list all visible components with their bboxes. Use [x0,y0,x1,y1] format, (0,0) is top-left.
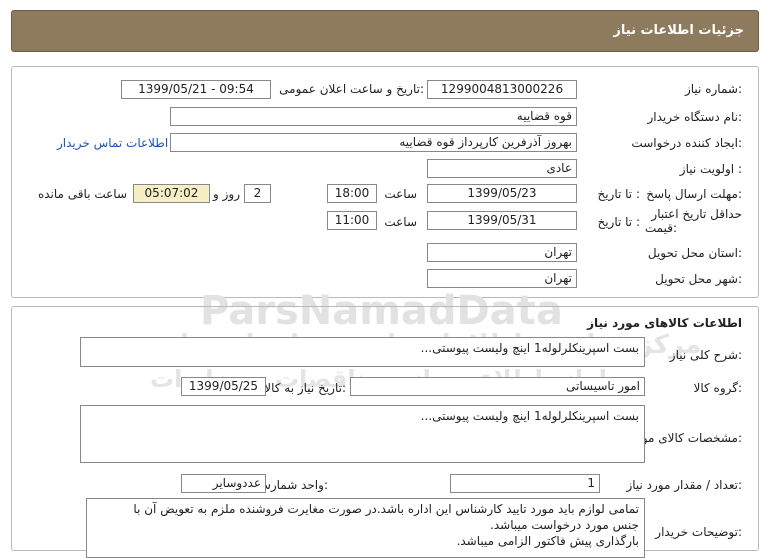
need-date-label: تاریخ نیاز به کالا: [264,381,346,395]
city-field: تهران [427,269,577,288]
qty-field: 1 [450,474,600,493]
goods-section-title: اطلاعات کالاهای مورد نیاز [587,316,742,330]
creator-label: ایجاد کننده درخواست: [631,136,742,150]
announce-label: تاریخ و ساعت اعلان عمومی: [279,82,424,96]
page-title: جزئیات اطلاعات نیاز [613,23,744,38]
need-date-field: 1399/05/25 [181,377,266,396]
buyer-org-field: قوه قضاییه [170,107,577,126]
deadline-time-field: 18:00 [327,184,377,203]
group-label: گروه کالا: [693,381,743,395]
notes-label: توضیحات خریدار: [655,525,742,539]
province-field: تهران [427,243,577,262]
days-remaining-field: 2 [244,184,271,203]
validity-time-field: 11:00 [327,211,377,230]
city-label: شهر محل تحویل: [655,272,742,286]
notes-line-3: بارگذاری پیش فاکتور الزامی میباشد. [456,534,639,548]
need-number-field: 1299004813000226 [427,80,577,99]
deadline-to-date-label: تا تاریخ : [597,187,640,201]
validity-label-2: قیمت: [644,221,677,235]
validity-time-label: ساعت [384,215,417,229]
priority-label: اولویت نیاز : [679,162,742,176]
notes-line-2: جنس مورد درخواست میباشد. [490,518,639,532]
group-field: امور تاسیساتی [350,377,645,396]
validity-label: حداقل تاریخ اعتبار [651,207,742,221]
remaining-time-field: 05:07:02 [133,184,210,203]
validity-date-field: 1399/05/31 [427,211,577,230]
notes-line-1: تمامی لوازم باید مورد تایید کارشناس این … [133,502,639,516]
province-label: استان محل تحویل: [647,246,742,260]
summary-field: بست اسپرینکلرلوله1 اینچ ولیست پیوستی... [80,337,645,367]
creator-field: بهروز آذرفرین کارپرداز قوه قضاییه [170,133,577,152]
buyer-org-label: نام دستگاه خریدار: [647,110,743,124]
deadline-label: مهلت ارسال پاسخ: [646,187,742,201]
announce-field: 1399/05/21 - 09:54 [121,80,271,99]
summary-label: شرح کلی نیاز: [669,348,742,362]
days-label: روز و [213,187,240,201]
specs-field: بست اسپرینکلرلوله1 اینچ ولیست پیوستی... [80,405,645,463]
unit-field: عددوسایر [181,474,266,493]
buyer-contact-link[interactable]: اطلاعات تماس خریدار [57,136,168,150]
deadline-time-label: ساعت [384,187,417,201]
validity-to-date-label: تا تاریخ : [597,215,640,229]
need-number-label: شماره نیاز: [684,82,742,96]
remaining-time-label: ساعت باقی مانده [37,187,127,201]
need-info-panel [11,66,759,298]
deadline-date-field: 1399/05/23 [427,184,577,203]
notes-field: تمامی لوازم باید مورد تایید کارشناس این … [86,498,645,558]
page-header: جزئیات اطلاعات نیاز [11,10,759,52]
unit-label: واحد شمارش: [256,478,328,492]
qty-label: تعداد / مقدار مورد نیاز: [626,478,742,492]
priority-field: عادی [427,159,577,178]
